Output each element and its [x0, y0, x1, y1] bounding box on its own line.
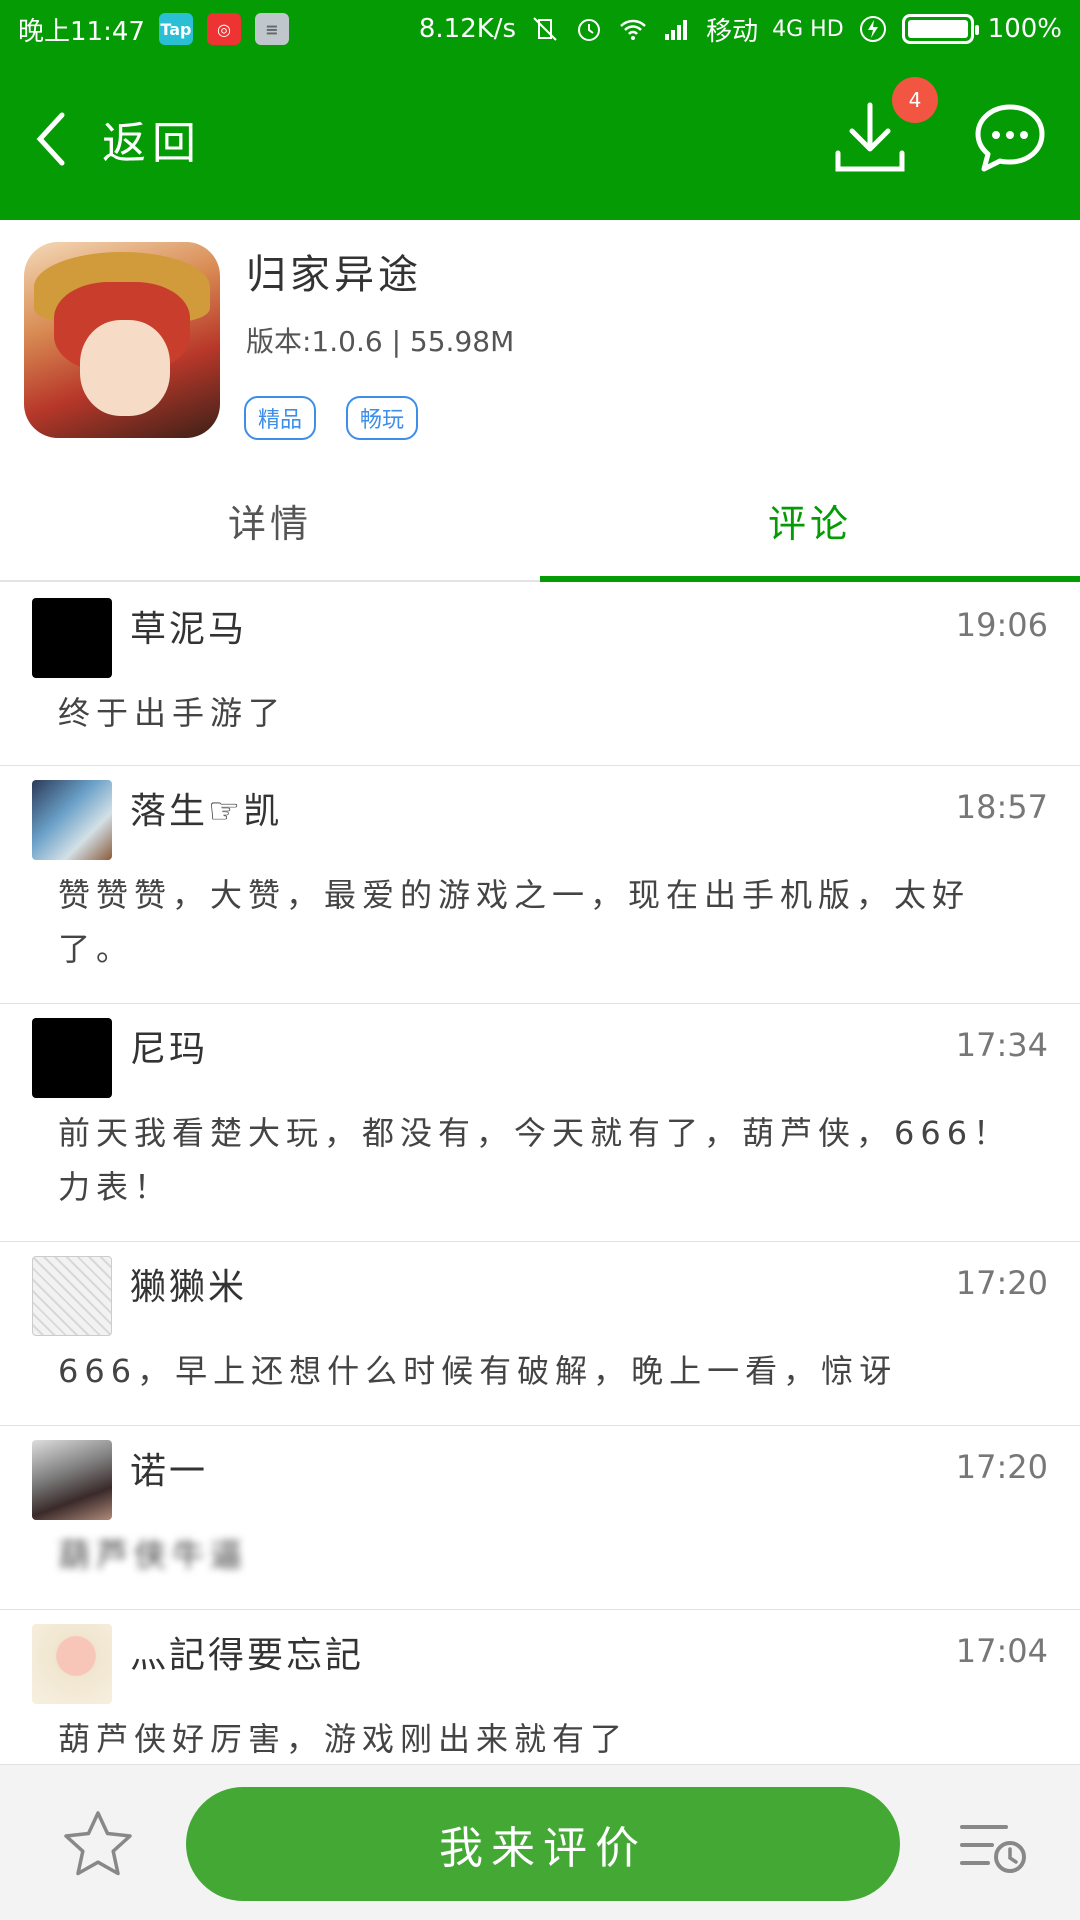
tab-bar: 详情 评论	[0, 460, 1080, 582]
vibrate-off-icon	[533, 17, 557, 41]
avatar[interactable]	[32, 780, 112, 860]
comment-time: 19:06	[955, 606, 1048, 644]
taptap-notification-icon: Tap	[158, 13, 193, 45]
list-item[interactable]: 诺一 17:20 葫芦侠牛逼	[0, 1426, 1080, 1610]
comment-text: 葫芦侠牛逼	[58, 1536, 249, 1574]
comment-author: 尼玛	[130, 1029, 209, 1070]
comment-time: 17:20	[955, 1264, 1048, 1302]
network-speed: 8.12K/s	[418, 14, 517, 44]
list-item[interactable]: 灬記得要忘記 17:04 葫芦侠好厉害，游戏刚出来就有了	[0, 1610, 1080, 1764]
notes-notification-icon: ≡	[254, 13, 289, 45]
comment-author: 草泥马	[130, 609, 248, 650]
chevron-left-icon	[36, 112, 65, 166]
status-bar: 晚上11:47 Tap ◎ ≡ 8.12K/s 移动 4G HD 100%	[0, 0, 1080, 58]
comment-author: 落生☞凯	[130, 791, 283, 832]
network-type: 4G HD	[772, 16, 844, 42]
app-version-size: 版本:1.0.6 | 55.98M	[246, 325, 515, 358]
carrier-name: 移动	[706, 16, 759, 47]
history-button[interactable]	[958, 1817, 1030, 1877]
app-title: 归家异途	[246, 252, 422, 298]
comment-text: 赞赞赞，大赞，最爱的游戏之一，现在出手机版，太好了。	[58, 876, 971, 968]
favorite-button[interactable]	[60, 1807, 136, 1883]
avatar[interactable]	[32, 598, 112, 678]
rate-button[interactable]: 我来评价	[186, 1787, 900, 1901]
list-item[interactable]: 草泥马 19:06 终于出手游了	[0, 584, 1080, 766]
back-label: 返回	[102, 118, 202, 169]
comment-time: 17:34	[955, 1026, 1048, 1064]
battery-level: 100%	[987, 14, 1062, 44]
comment-time: 18:57	[955, 788, 1048, 826]
avatar[interactable]	[32, 1440, 112, 1520]
back-button[interactable]: 返回	[32, 107, 202, 171]
download-count-badge: 4	[892, 77, 938, 123]
history-list-icon	[960, 1825, 1026, 1873]
tab-details[interactable]: 详情	[0, 460, 540, 580]
avatar[interactable]	[32, 1624, 112, 1704]
netease-music-notification-icon: ◎	[206, 13, 241, 45]
comment-list[interactable]: 草泥马 19:06 终于出手游了 落生☞凯 18:57 赞赞赞，大赞，最爱的游戏…	[0, 584, 1080, 1764]
signal-icon	[665, 20, 688, 40]
comment-author: 灬記得要忘記	[130, 1635, 365, 1676]
status-time: 晚上11:47	[18, 16, 145, 47]
comment-time: 17:04	[955, 1632, 1048, 1670]
list-item[interactable]: 落生☞凯 18:57 赞赞赞，大赞，最爱的游戏之一，现在出手机版，太好了。	[0, 766, 1080, 1004]
tag-premium[interactable]: 精品	[244, 396, 317, 440]
wifi-icon	[620, 19, 646, 40]
list-item[interactable]: 尼玛 17:34 前天我看楚大玩，都没有，今天就有了，葫芦侠，666！力表！	[0, 1004, 1080, 1242]
app-icon[interactable]	[24, 242, 220, 438]
comment-author: 獭獭米	[130, 1267, 248, 1308]
download-manager-button[interactable]: 4	[830, 77, 938, 179]
comment-text: 666，早上还想什么时候有破解，晚上一看，惊讶	[58, 1352, 898, 1390]
battery-icon	[901, 14, 979, 44]
list-item[interactable]: 獭獭米 17:20 666，早上还想什么时候有破解，晚上一看，惊讶	[0, 1242, 1080, 1426]
nav-bar: 返回 4	[0, 58, 1080, 220]
comment-text: 终于出手游了	[58, 694, 287, 732]
tag-smooth-play[interactable]: 畅玩	[346, 396, 419, 440]
message-button[interactable]	[972, 101, 1048, 177]
avatar[interactable]	[32, 1018, 112, 1098]
bottom-action-bar: 我来评价	[0, 1764, 1080, 1920]
app-info-card: 归家异途 版本:1.0.6 | 55.98M 精品 畅玩	[0, 220, 1080, 460]
comment-author: 诺一	[130, 1451, 209, 1492]
tab-comments[interactable]: 评论	[540, 460, 1080, 582]
comment-time: 17:20	[955, 1448, 1048, 1486]
charging-icon	[859, 16, 886, 42]
chat-bubble-icon	[975, 104, 1045, 172]
avatar[interactable]	[32, 1256, 112, 1336]
star-icon	[64, 1811, 132, 1876]
comment-text: 前天我看楚大玩，都没有，今天就有了，葫芦侠，666！力表！	[58, 1114, 1012, 1206]
comment-text: 葫芦侠好厉害，游戏刚出来就有了	[58, 1720, 629, 1758]
alarm-icon	[578, 19, 601, 41]
